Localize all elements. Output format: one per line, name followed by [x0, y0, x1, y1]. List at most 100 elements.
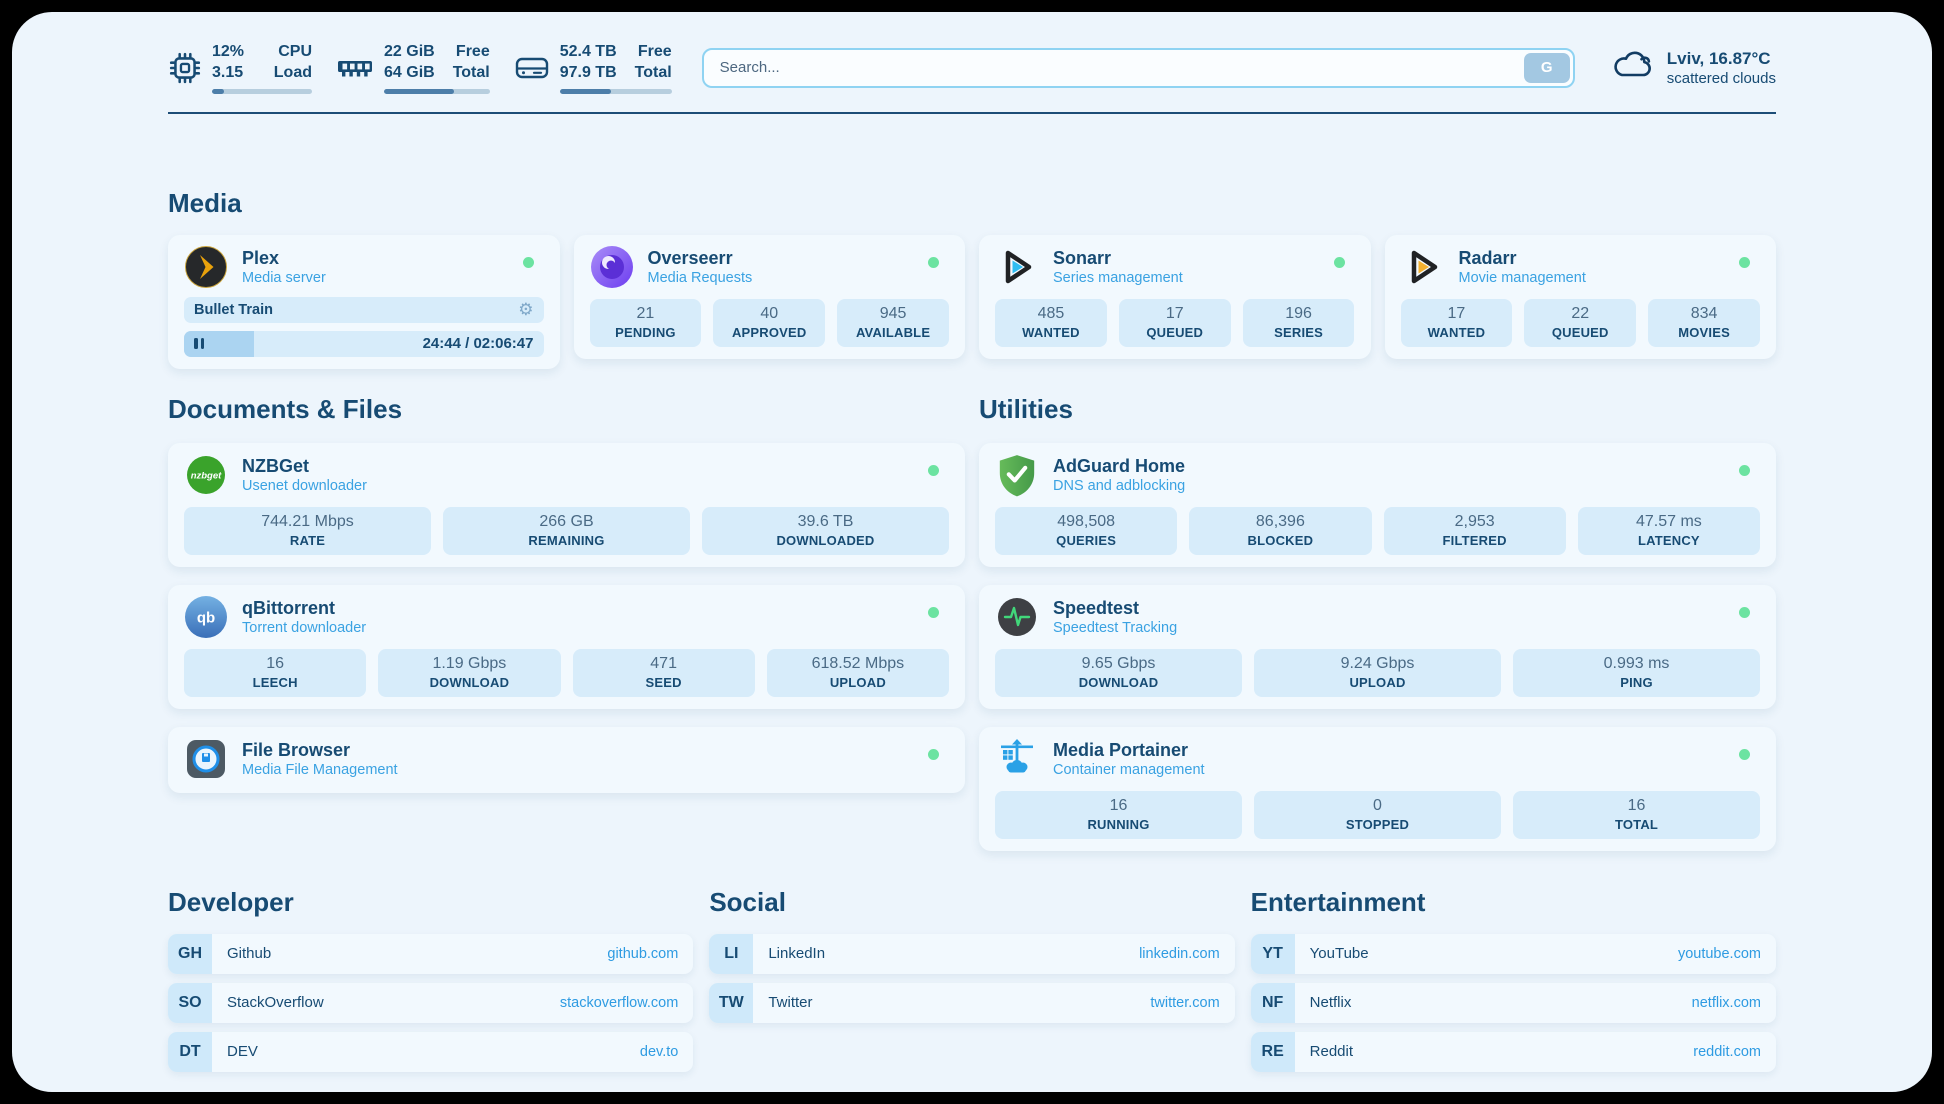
- disk-icon: [514, 54, 550, 82]
- search-engine-button[interactable]: G: [1524, 53, 1570, 83]
- section-title-documents: Documents & Files: [168, 394, 965, 425]
- app-card-overseerr[interactable]: Overseerr Media Requests 21 PENDING 40 A…: [574, 235, 966, 359]
- sonarr-icon: [995, 245, 1039, 289]
- stat-box: 0.993 ms PING: [1513, 649, 1760, 697]
- app-card-filebrowser[interactable]: File Browser Media File Management: [168, 727, 965, 793]
- ram-total-value: 64 GiB: [384, 63, 435, 84]
- app-subtitle: Speedtest Tracking: [1053, 620, 1177, 636]
- app-subtitle: Media Requests: [648, 270, 753, 286]
- app-subtitle: Container management: [1053, 762, 1205, 778]
- link-item-twitter[interactable]: TW Twitter twitter.com: [709, 983, 1234, 1023]
- gear-icon: ⚙: [518, 301, 533, 318]
- app-card-nzbget[interactable]: nzbget NZBGet Usenet downloader 744.21 M…: [168, 443, 965, 567]
- filebrowser-icon: [184, 737, 228, 781]
- link-url: dev.to: [640, 1044, 678, 1060]
- stat-box: 471 SEED: [573, 649, 755, 697]
- ram-usage-bar: [384, 89, 490, 94]
- link-item-github[interactable]: GH Github github.com: [168, 934, 693, 974]
- stat-box: 39.6 TB DOWNLOADED: [702, 507, 949, 555]
- link-url: github.com: [607, 946, 678, 962]
- topbar-divider: [168, 112, 1776, 114]
- stat-box: 16 RUNNING: [995, 791, 1242, 839]
- cloud-icon: [1611, 48, 1655, 87]
- app-card-adguard[interactable]: AdGuard Home DNS and adblocking 498,508 …: [979, 443, 1776, 567]
- link-badge: GH: [168, 934, 212, 974]
- now-playing-row: Bullet Train ⚙: [184, 297, 544, 323]
- app-title: Media Portainer: [1053, 740, 1205, 761]
- link-item-dev[interactable]: DT DEV dev.to: [168, 1032, 693, 1072]
- section-utilities: Utilities AdGuard Home DNS and: [979, 394, 1776, 851]
- app-card-plex[interactable]: Plex Media server Bullet Train ⚙ 24:44 /…: [168, 235, 560, 369]
- section-title-social: Social: [709, 887, 1234, 918]
- status-online-dot: [1739, 257, 1750, 268]
- link-name: Github: [227, 945, 271, 962]
- app-card-sonarr[interactable]: Sonarr Series management 485 WANTED 17 Q…: [979, 235, 1371, 359]
- link-item-stackoverflow[interactable]: SO StackOverflow stackoverflow.com: [168, 983, 693, 1023]
- status-online-dot: [1739, 465, 1750, 476]
- link-name: YouTube: [1310, 945, 1369, 962]
- pause-icon: [194, 338, 204, 349]
- app-title: AdGuard Home: [1053, 456, 1185, 477]
- link-url: reddit.com: [1693, 1044, 1761, 1060]
- status-online-dot: [928, 465, 939, 476]
- stat-box: 266 GB REMAINING: [443, 507, 690, 555]
- app-subtitle: Movie management: [1459, 270, 1586, 286]
- app-subtitle: Media File Management: [242, 762, 398, 778]
- disk-free-value: 52.4 TB: [560, 42, 617, 63]
- link-name: Netflix: [1310, 994, 1352, 1011]
- app-title: qBittorrent: [242, 598, 366, 619]
- now-playing-title: Bullet Train: [194, 302, 273, 318]
- search-bar: G: [702, 48, 1575, 88]
- stat-box: 2,953 FILTERED: [1384, 507, 1566, 555]
- section-title-entertainment: Entertainment: [1251, 887, 1776, 918]
- stat-box: 618.52 Mbps UPLOAD: [767, 649, 949, 697]
- nzbget-icon: nzbget: [184, 453, 228, 497]
- weather-condition: scattered clouds: [1667, 70, 1776, 87]
- link-url: netflix.com: [1692, 995, 1761, 1011]
- link-group-developer: Developer GH Github github.com SO StackO…: [168, 887, 693, 1081]
- link-item-youtube[interactable]: YT YouTube youtube.com: [1251, 934, 1776, 974]
- cpu-load-value: 3.15: [212, 63, 244, 84]
- app-title: File Browser: [242, 740, 398, 761]
- stat-box: 9.24 Gbps UPLOAD: [1254, 649, 1501, 697]
- search-input[interactable]: [702, 48, 1575, 88]
- link-item-linkedin[interactable]: LI LinkedIn linkedin.com: [709, 934, 1234, 974]
- link-item-netflix[interactable]: NF Netflix netflix.com: [1251, 983, 1776, 1023]
- disk-free-label: Free: [635, 42, 672, 63]
- link-url: linkedin.com: [1139, 946, 1220, 962]
- system-stats: 12% 3.15 CPU Load: [168, 42, 672, 94]
- svg-text:qb: qb: [197, 609, 215, 626]
- ram-total-label: Total: [453, 63, 490, 84]
- status-online-dot: [928, 257, 939, 268]
- link-url: twitter.com: [1150, 995, 1219, 1011]
- app-title: Radarr: [1459, 248, 1586, 269]
- link-name: Twitter: [768, 994, 812, 1011]
- disk-usage-bar: [560, 89, 672, 94]
- stat-box: 498,508 QUERIES: [995, 507, 1177, 555]
- app-card-portainer[interactable]: Media Portainer Container management 16 …: [979, 727, 1776, 851]
- status-online-dot: [523, 257, 534, 268]
- app-subtitle: Series management: [1053, 270, 1183, 286]
- link-badge: TW: [709, 983, 753, 1023]
- section-title-developer: Developer: [168, 887, 693, 918]
- stat-box: 196 SERIES: [1243, 299, 1355, 347]
- section-media: Media Plex Media server: [168, 188, 1776, 369]
- stat-box: 17 WANTED: [1401, 299, 1513, 347]
- stat-box: 1.19 Gbps DOWNLOAD: [378, 649, 560, 697]
- app-title: NZBGet: [242, 456, 367, 477]
- app-card-radarr[interactable]: Radarr Movie management 17 WANTED 22 QUE…: [1385, 235, 1777, 359]
- link-badge: YT: [1251, 934, 1295, 974]
- status-online-dot: [928, 749, 939, 760]
- link-url: stackoverflow.com: [560, 995, 678, 1011]
- app-title: Overseerr: [648, 248, 753, 269]
- link-item-reddit[interactable]: RE Reddit reddit.com: [1251, 1032, 1776, 1072]
- speedtest-icon: [995, 595, 1039, 639]
- app-subtitle: Media server: [242, 270, 326, 286]
- svg-text:nzbget: nzbget: [191, 470, 222, 481]
- app-card-speedtest[interactable]: Speedtest Speedtest Tracking 9.65 Gbps D…: [979, 585, 1776, 709]
- stat-box: 9.65 Gbps DOWNLOAD: [995, 649, 1242, 697]
- link-name: StackOverflow: [227, 994, 324, 1011]
- app-title: Speedtest: [1053, 598, 1177, 619]
- app-card-qbittorrent[interactable]: qb qBittorrent Torrent downloader 16 LEE…: [168, 585, 965, 709]
- stat-box: 86,396 BLOCKED: [1189, 507, 1371, 555]
